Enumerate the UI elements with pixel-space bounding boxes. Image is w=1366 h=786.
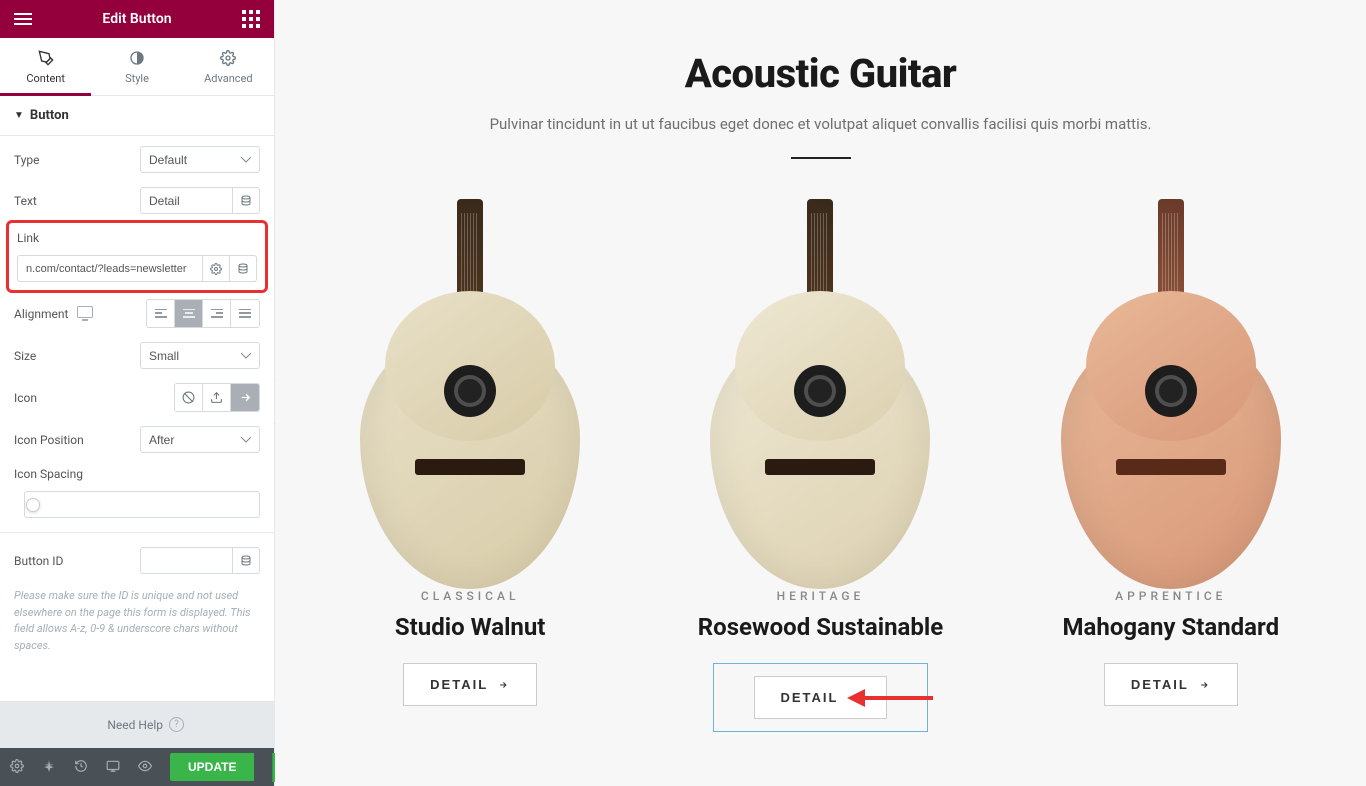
- dynamic-id-icon[interactable]: [233, 547, 260, 574]
- responsive-icon[interactable]: [77, 306, 93, 318]
- controls-panel: Type Default Text Link: [0, 136, 274, 701]
- icon-spacing-value[interactable]: [24, 491, 260, 518]
- icon-position-label: Icon Position: [14, 433, 140, 447]
- category-label: CLASSICAL: [315, 589, 625, 603]
- history-icon[interactable]: [74, 759, 88, 776]
- icon-none[interactable]: [175, 384, 203, 411]
- product-card: HERITAGE Rosewood Sustainable DETAIL: [665, 209, 975, 732]
- widgets-icon[interactable]: [242, 10, 260, 28]
- bottom-bar: UPDATE ▲: [0, 748, 274, 786]
- tab-style[interactable]: Style: [91, 38, 182, 95]
- button-id-input[interactable]: [140, 547, 233, 574]
- alignment-label: Alignment: [14, 306, 146, 321]
- dynamic-icon[interactable]: [233, 187, 260, 214]
- text-label: Text: [14, 194, 140, 208]
- align-left[interactable]: [147, 300, 175, 327]
- responsive-icon-bar[interactable]: [106, 759, 120, 776]
- product-card: CLASSICAL Studio Walnut DETAIL: [315, 209, 625, 732]
- icon-upload[interactable]: [203, 384, 231, 411]
- size-select[interactable]: Small: [140, 342, 260, 369]
- editor-sidebar: Edit Button Content Style Advanced ▼ But…: [0, 0, 275, 786]
- canvas: Acoustic Guitar Pulvinar tincidunt in ut…: [275, 0, 1366, 786]
- category-label: APPRENTICE: [1016, 589, 1326, 603]
- page-title: Acoustic Guitar: [315, 50, 1326, 97]
- link-label: Link: [17, 231, 257, 245]
- panel-tabs: Content Style Advanced: [0, 38, 274, 96]
- text-input[interactable]: [140, 187, 233, 214]
- align-right[interactable]: [203, 300, 231, 327]
- align-justify[interactable]: [231, 300, 259, 327]
- products-row: CLASSICAL Studio Walnut DETAIL HERITAGE …: [315, 209, 1326, 732]
- guitar-image: [700, 209, 940, 569]
- tab-content[interactable]: Content: [0, 38, 91, 95]
- help-row: Need Help ?: [0, 701, 274, 748]
- guitar-image: [1051, 209, 1291, 569]
- alignment-group: [146, 299, 260, 328]
- help-icon[interactable]: ?: [169, 717, 184, 732]
- button-id-note: Please make sure the ID is unique and no…: [14, 588, 260, 654]
- title-divider: [791, 157, 851, 159]
- sidebar-header: Edit Button: [0, 0, 274, 38]
- type-label: Type: [14, 153, 140, 167]
- detail-button[interactable]: DETAIL: [403, 663, 537, 706]
- panel-title: Edit Button: [102, 11, 171, 27]
- product-card: APPRENTICE Mahogany Standard DETAIL: [1016, 209, 1326, 732]
- caret-down-icon: ▼: [14, 110, 24, 121]
- guitar-image: [350, 209, 590, 569]
- update-button[interactable]: UPDATE: [170, 753, 254, 781]
- settings-icon[interactable]: [10, 759, 24, 776]
- product-name: Rosewood Sustainable: [665, 613, 975, 641]
- align-center[interactable]: [175, 300, 203, 327]
- detail-button[interactable]: DETAIL: [1104, 663, 1238, 706]
- icon-spacing-label: Icon Spacing: [14, 467, 260, 481]
- preview-icon[interactable]: [138, 759, 152, 776]
- icon-arrow[interactable]: [231, 384, 259, 411]
- size-label: Size: [14, 349, 140, 363]
- selected-element-frame: DETAIL: [713, 663, 929, 732]
- dynamic-link-icon[interactable]: [230, 255, 257, 282]
- product-name: Studio Walnut: [315, 613, 625, 641]
- product-name: Mahogany Standard: [1016, 613, 1326, 641]
- icon-group: [174, 383, 260, 412]
- navigator-icon[interactable]: [42, 759, 56, 776]
- section-button-header[interactable]: ▼ Button: [0, 96, 274, 136]
- page-subtitle: Pulvinar tincidunt in ut ut faucibus ege…: [315, 115, 1326, 133]
- category-label: HERITAGE: [665, 589, 975, 603]
- type-select[interactable]: Default: [140, 146, 260, 173]
- menu-icon[interactable]: [14, 13, 32, 25]
- button-id-label: Button ID: [14, 554, 140, 568]
- help-label[interactable]: Need Help: [107, 718, 163, 732]
- link-input[interactable]: [17, 255, 203, 282]
- annotation-arrow: [847, 682, 937, 714]
- icon-position-select[interactable]: After: [140, 426, 260, 453]
- icon-label: Icon: [14, 391, 174, 405]
- tab-advanced[interactable]: Advanced: [183, 38, 274, 95]
- link-options-icon[interactable]: [203, 255, 230, 282]
- link-highlight-box: Link: [6, 220, 268, 293]
